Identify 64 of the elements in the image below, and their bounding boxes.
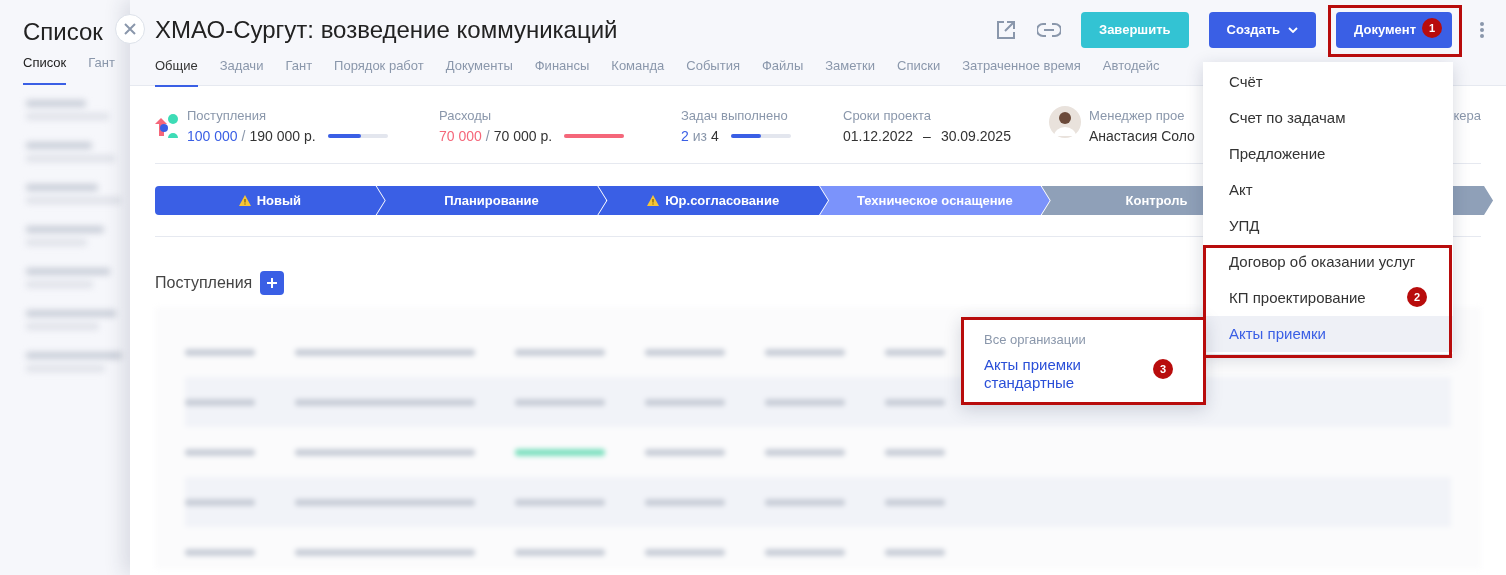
warning-icon: [647, 195, 660, 206]
start-date: 01.12.2022: [843, 126, 914, 146]
link-icon[interactable]: [1037, 22, 1061, 38]
tab[interactable]: Затраченное время: [962, 56, 1081, 87]
stat-label: Менеджер прое: [1089, 107, 1186, 125]
menu-item[interactable]: Предложение: [1203, 136, 1336, 172]
progress-bar: [730, 134, 791, 138]
menu-item[interactable]: Счет по задачам: [1203, 100, 1356, 136]
separator-text: –: [923, 126, 931, 146]
caret-icon: [1288, 27, 1299, 33]
tab[interactable]: Списки: [897, 56, 941, 87]
tab[interactable]: Список: [23, 53, 67, 85]
submenu-header: Все организации: [984, 331, 1087, 349]
separator-text: /: [485, 126, 490, 146]
logo-icon: [155, 114, 179, 138]
stat-label: кера: [1453, 107, 1481, 125]
tab[interactable]: События: [686, 56, 740, 87]
tab[interactable]: Файлы: [761, 56, 804, 87]
stat-label: Расходы: [439, 107, 493, 125]
add-button[interactable]: [260, 271, 285, 295]
stat-total: 4: [711, 126, 719, 146]
menu-item[interactable]: Акты приемки: [1203, 316, 1453, 352]
stage-step[interactable]: Планирование: [376, 186, 607, 215]
tab[interactable]: Задачи: [219, 56, 264, 87]
close-icon: [123, 22, 137, 36]
stat-value: 100 000: [187, 126, 238, 146]
tab[interactable]: Гант: [88, 53, 115, 85]
stat-value: 70 000: [439, 126, 482, 146]
stat-label: Поступления: [187, 107, 267, 125]
stat-label: Задач выполнено: [681, 107, 789, 125]
more-icon[interactable]: [1480, 22, 1485, 38]
person-name: Анастасия Соло: [1089, 126, 1195, 146]
tab[interactable]: Порядок работ: [334, 56, 424, 87]
progress-bar: [564, 134, 625, 138]
submenu-item[interactable]: Акты приемки стандартные: [984, 355, 1124, 392]
menu-item[interactable]: Договор об оказании услуг: [1203, 244, 1426, 280]
tab[interactable]: Заметки: [825, 56, 875, 87]
avatar: [1049, 106, 1081, 138]
stat-value: 2: [681, 126, 689, 146]
tab[interactable]: Документы: [445, 56, 513, 87]
tab[interactable]: Гант: [285, 56, 313, 87]
section-title: Поступления: [155, 273, 253, 293]
tab[interactable]: Общие: [155, 56, 198, 87]
tab[interactable]: Автодейс: [1102, 56, 1160, 87]
stat-total: 70 000 р.: [493, 126, 553, 146]
tab[interactable]: Финансы: [534, 56, 590, 87]
warning-icon: [238, 195, 251, 206]
panel-title: ХМАО-Сургут: возведение коммуникаций: [155, 15, 618, 45]
external-link-icon[interactable]: [995, 19, 1017, 41]
stage-step[interactable]: Новый: [155, 186, 385, 215]
menu-item[interactable]: КП проектирование: [1203, 280, 1376, 316]
stage-step[interactable]: Техническое оснащение: [820, 186, 1050, 215]
stat-total: 190 000 р.: [249, 126, 316, 146]
stage-step[interactable]: Юр.согласование: [598, 186, 828, 215]
create-dropdown-button[interactable]: Создать: [1208, 12, 1317, 48]
progress-bar: [327, 134, 388, 138]
stat-label: Сроки проекта: [843, 107, 932, 125]
menu-item[interactable]: Счёт: [1203, 64, 1273, 100]
separator-text: /: [241, 126, 246, 146]
page-title: Список: [23, 17, 103, 47]
separator-text: из: [692, 126, 708, 146]
tab[interactable]: Команда: [611, 56, 665, 87]
plus-icon: [266, 277, 279, 289]
end-date: 30.09.2025: [940, 126, 1011, 146]
